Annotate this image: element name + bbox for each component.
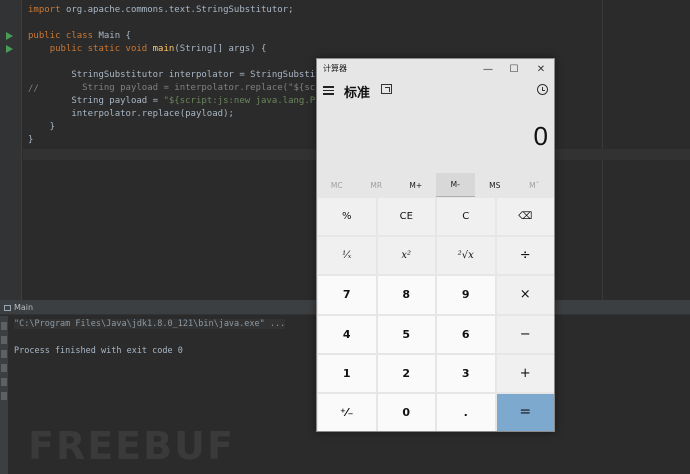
run-main-icon[interactable] (6, 45, 13, 53)
square-button[interactable]: x² (377, 237, 435, 275)
divide-button[interactable]: ÷ (496, 237, 554, 275)
mc-button[interactable]: MC (317, 173, 357, 197)
minimize-button[interactable]: — (474, 59, 502, 79)
percent-button[interactable]: % (318, 198, 376, 236)
m-plus-button[interactable]: M+ (396, 173, 436, 197)
close-button[interactable]: ✕ (527, 59, 555, 79)
m-minus-button[interactable]: M- (435, 173, 475, 197)
display-value: 0 (533, 121, 548, 151)
code-line-8: String payload = "${script:js:new java.l… (28, 96, 354, 106)
print-icon[interactable] (1, 364, 7, 372)
calculator-title: 计算器 (323, 64, 347, 73)
backspace-button[interactable]: ⌫ (496, 198, 554, 236)
code-line-7: String payload = interpolator.replace("$… (28, 83, 354, 93)
memory-row: MC MR M+ M- MS Mˇ (317, 173, 554, 197)
two-button[interactable]: 2 (377, 354, 435, 392)
run-tab-label: Main (14, 303, 34, 312)
seven-button[interactable]: 7 (318, 276, 376, 314)
code-line-1: import org.apache.commons.text.StringSub… (28, 5, 294, 15)
pin-icon[interactable] (1, 378, 7, 386)
hamburger-menu-icon[interactable] (323, 85, 334, 95)
calculator-menubar: 标准 (317, 79, 554, 101)
run-side-toolbar (0, 316, 8, 474)
console-command-line: "C:\Program Files\Java\jdk1.8.0_121\bin\… (14, 319, 286, 329)
reciprocal-button[interactable]: ¹⁄ₓ (318, 237, 376, 275)
ms-button[interactable]: MS (475, 173, 515, 197)
code-line-9: interpolator.replace(payload); (28, 109, 234, 119)
sqrt-button[interactable]: ²√x (437, 237, 495, 275)
clear-entry-button[interactable]: CE (377, 198, 435, 236)
code-line-3: public class Main { (28, 31, 131, 41)
zero-button[interactable]: 0 (377, 393, 435, 431)
reciprocal-label: ¹⁄ₓ (342, 250, 352, 262)
editor-gutter (0, 0, 22, 300)
mode-title: 标准 (344, 86, 371, 101)
code-line-11: } (28, 135, 34, 145)
run-class-icon[interactable] (6, 32, 13, 40)
console-exit-message: Process finished with exit code 0 (14, 346, 183, 356)
decimal-button[interactable]: . (437, 393, 495, 431)
six-button[interactable]: 6 (437, 315, 495, 353)
nine-button[interactable]: 9 (437, 276, 495, 314)
code-line-6: StringSubstitutor interpolator = StringS… (28, 70, 354, 80)
maximize-button[interactable]: ☐ (500, 59, 528, 79)
square-label: x² (401, 250, 412, 262)
calculator-titlebar[interactable]: 计算器 — ☐ ✕ (317, 59, 554, 79)
five-button[interactable]: 5 (377, 315, 435, 353)
four-button[interactable]: 4 (318, 315, 376, 353)
clear-button[interactable]: C (437, 198, 495, 236)
trash-icon[interactable] (1, 392, 7, 400)
code-line-4: public static void main(String[] args) { (49, 44, 267, 54)
keep-on-top-icon[interactable] (381, 84, 392, 94)
memory-list-button[interactable]: Mˇ (515, 173, 555, 197)
history-icon[interactable] (537, 84, 548, 95)
plus-button[interactable]: + (496, 354, 554, 392)
freebuf-watermark: FREEBUF (28, 424, 235, 468)
calculator-window: 计算器 — ☐ ✕ 标准 0 MC MR M+ M- MS Mˇ % CE C … (316, 58, 555, 432)
multiply-button[interactable]: × (496, 276, 554, 314)
code-line-10: } (28, 122, 56, 132)
three-button[interactable]: 3 (437, 354, 495, 392)
negate-button[interactable]: ⁺⁄₋ (318, 393, 376, 431)
calculator-keypad: % CE C ⌫ ¹⁄ₓ x² ²√x ÷ 7 8 9 × 4 5 6 − 1 … (318, 198, 554, 431)
scroll-to-end-icon[interactable] (1, 350, 7, 358)
equals-button[interactable]: = (496, 393, 554, 431)
rerun-icon[interactable] (1, 322, 7, 330)
one-button[interactable]: 1 (318, 354, 376, 392)
stop-icon[interactable] (1, 336, 7, 344)
minus-button[interactable]: − (496, 315, 554, 353)
eight-button[interactable]: 8 (377, 276, 435, 314)
mr-button[interactable]: MR (357, 173, 397, 197)
sqrt-label: ²√x (457, 250, 474, 262)
calculator-display: 0 (317, 101, 554, 173)
run-config-icon (4, 305, 11, 311)
run-tab-main[interactable]: Main (2, 302, 37, 314)
